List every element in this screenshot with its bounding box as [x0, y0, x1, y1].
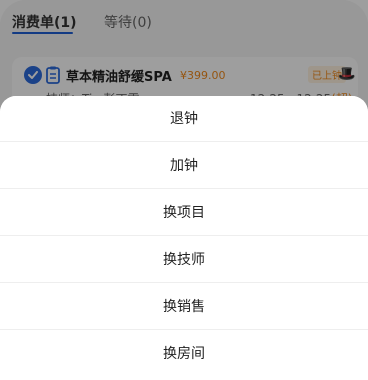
action-return-clock[interactable]: 退钟: [0, 96, 368, 142]
action-change-room[interactable]: 换房间: [0, 331, 368, 377]
action-sheet: 退钟 加钟 换项目 换技师 换销售 换房间: [0, 96, 368, 380]
action-add-clock[interactable]: 加钟: [0, 143, 368, 189]
action-change-project[interactable]: 换项目: [0, 190, 368, 236]
action-change-technician[interactable]: 换技师: [0, 237, 368, 283]
action-change-sales[interactable]: 换销售: [0, 284, 368, 330]
